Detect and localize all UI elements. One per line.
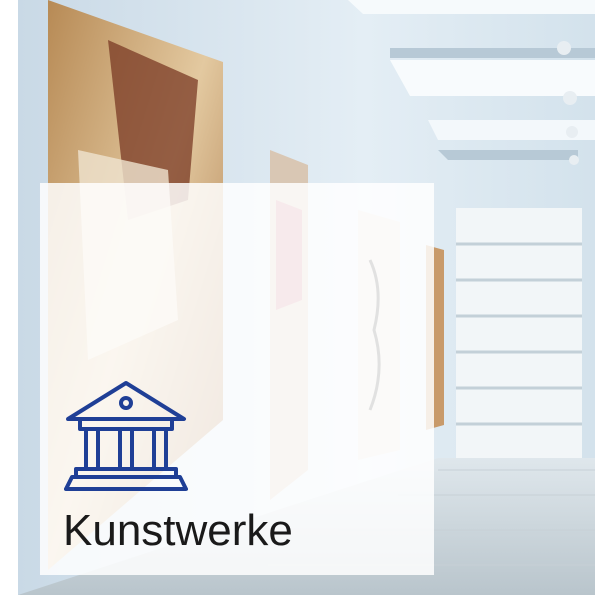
kunstwerke-category-tile[interactable]: Kunstwerke bbox=[0, 0, 595, 595]
category-overlay-card: Kunstwerke bbox=[40, 183, 434, 575]
category-label: Kunstwerke bbox=[63, 506, 293, 555]
museum-building-icon bbox=[64, 379, 188, 491]
